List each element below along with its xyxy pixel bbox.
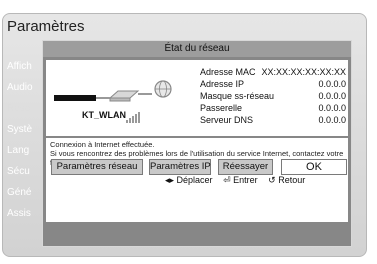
mac-label: Adresse MAC [200,67,256,77]
ip-settings-button[interactable]: Paramètres IP [149,159,211,175]
status-message-line1: Connexion à Internet effectuée. [50,140,155,149]
network-status-dialog: État du réseau KT_WLAN Adresse MAC XX:XX… [42,40,352,247]
dns-value: 0.0.0.0 [318,115,346,125]
menu-item-network[interactable]: Rése [7,103,30,114]
hint-enter: ⏎ Entrer [223,175,258,185]
menu-item-display[interactable]: Affich [7,61,32,72]
dialog-title: État du réseau [164,43,230,54]
settings-title: Paramètres [7,18,85,35]
network-diagram [54,80,172,123]
menu-item-system[interactable]: Systè [7,124,32,135]
wifi-signal-icon [126,112,140,123]
menu-item-support[interactable]: Assis [7,208,31,219]
dialog-title-bar: État du réseau [43,41,351,57]
ok-button[interactable]: OK [281,159,347,175]
ip-label: Adresse IP [200,79,245,89]
gateway-value: 0.0.0.0 [318,103,346,113]
menu-item-general[interactable]: Géné [7,187,31,198]
key-hints: ◂▸ Déplacer ⏎ Entrer ↺ Retour [165,175,313,186]
network-settings-button[interactable]: Paramètres réseau [51,159,143,175]
network-info-panel: KT_WLAN Adresse MAC XX:XX:XX:XX:XX:XX Ad… [46,60,348,136]
gateway-label: Passerelle [200,103,243,113]
menu-item-audio[interactable]: Audio [7,82,33,93]
mac-value: XX:XX:XX:XX:XX:XX [261,67,346,77]
subnet-value: 0.0.0.0 [318,91,346,101]
network-name: KT_WLAN [82,110,126,120]
ip-value: 0.0.0.0 [318,79,346,89]
router-icon [108,90,140,99]
retry-button[interactable]: Réessayer [218,159,273,175]
device-icon [54,95,96,101]
dns-label: Serveur DNS [200,115,254,125]
subnet-label: Masque ss-réseau [200,91,275,101]
menu-item-language[interactable]: Lang [7,145,29,156]
hint-move: ◂▸ Déplacer [165,175,213,185]
hint-return: ↺ Retour [268,175,306,185]
menu-item-security[interactable]: Sécu [7,166,30,177]
